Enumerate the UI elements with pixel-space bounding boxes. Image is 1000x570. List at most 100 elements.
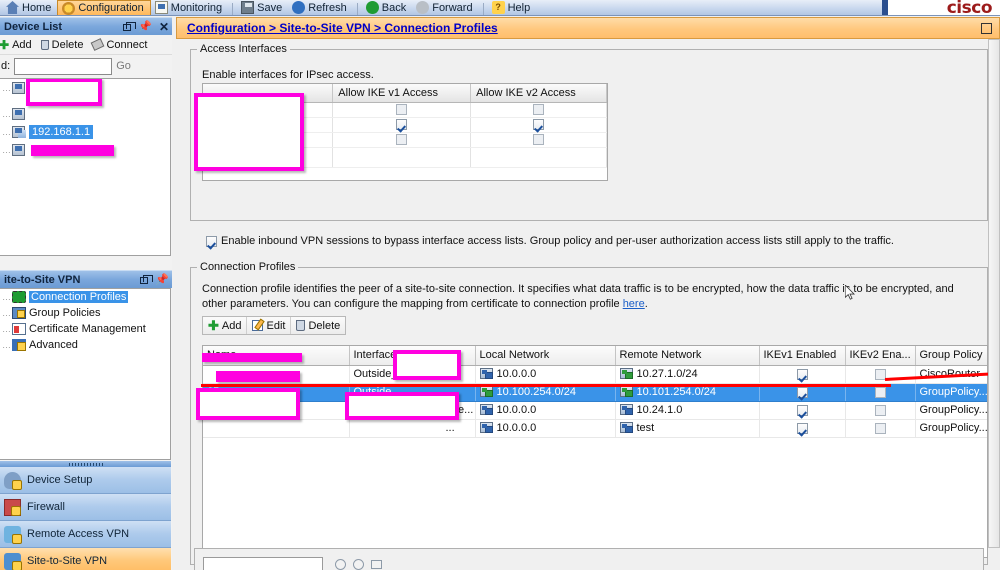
- checkbox-ikev2-row3[interactable]: [874, 404, 886, 416]
- save-icon: [241, 1, 255, 14]
- restore-icon[interactable]: [140, 274, 154, 284]
- tree-connector: …: [2, 109, 11, 119]
- ai-col-interface[interactable]: [203, 84, 334, 103]
- checkbox-ikev1-row4[interactable]: [796, 422, 808, 434]
- toolbar-button-forward[interactable]: Forward: [412, 0, 478, 15]
- checkbox-ikev2[interactable]: [533, 134, 545, 146]
- add-button[interactable]: ✚ Add: [203, 317, 248, 334]
- ai-cell-ikev1[interactable]: [332, 117, 472, 133]
- device-find-input[interactable]: [14, 57, 113, 75]
- device-connect-button[interactable]: Connect: [91, 38, 147, 51]
- restore-icon[interactable]: [123, 21, 137, 31]
- toolbar-button-monitoring[interactable]: Monitoring: [151, 0, 228, 15]
- cell-remote-network-value: test: [636, 422, 655, 434]
- ai-cell-ikev1[interactable]: [332, 102, 472, 118]
- connection-profiles-grid[interactable]: Name Interface Local Network Remote Netw…: [202, 345, 988, 558]
- toolbar-button-help[interactable]: ? Help: [488, 0, 537, 15]
- bottom-radio-icon-2[interactable]: [353, 559, 364, 570]
- cell-local-network: 10.0.0.0: [475, 419, 616, 438]
- access-interfaces-table[interactable]: Allow IKE v1 Access Allow IKE v2 Access: [202, 83, 608, 181]
- s2s-nav-tree[interactable]: … Connection Profiles … Group Policies ……: [0, 288, 171, 460]
- grid-col-local-network[interactable]: Local Network: [475, 346, 616, 366]
- device-list-item[interactable]: …: [0, 141, 170, 159]
- toolbar-button-home[interactable]: Home: [2, 0, 57, 15]
- cell-interface-prefix: Outside_: [353, 386, 398, 398]
- maximize-icon[interactable]: [981, 23, 992, 34]
- close-icon[interactable]: ✕: [159, 21, 169, 33]
- here-link[interactable]: here: [623, 298, 645, 310]
- network-icon: [619, 422, 633, 433]
- ai-table-row[interactable]: [203, 132, 607, 148]
- bottom-radio-icon-1[interactable]: [335, 559, 346, 570]
- cell-remote-network: 10.24.1.0: [615, 401, 760, 420]
- checkbox-ikev2-row4[interactable]: [874, 422, 886, 434]
- grid-col-ikev1-enabled[interactable]: IKEv1 Enabled: [759, 346, 846, 366]
- edit-button[interactable]: Edit: [247, 317, 292, 334]
- cell-name: [203, 419, 350, 438]
- sidebar-item-advanced[interactable]: … Advanced: [0, 337, 170, 353]
- nav-button-device-setup[interactable]: Device Setup: [0, 467, 171, 494]
- ai-col-ikev1[interactable]: Allow IKE v1 Access: [332, 84, 472, 103]
- table-row[interactable]: Outside_ISP1_Macare... 10.0.0.0 10.24.1.…: [203, 401, 987, 420]
- checkbox-ikev1[interactable]: [396, 119, 408, 131]
- toolbar-label-help: Help: [507, 1, 531, 14]
- device-list-item-selected[interactable]: … 192.168.1.1: [0, 123, 170, 141]
- sidebar-item-certificate-management[interactable]: … Certificate Management: [0, 321, 170, 337]
- bottom-input-field[interactable]: [203, 557, 323, 570]
- ai-col-ikev2[interactable]: Allow IKE v2 Access: [470, 84, 607, 103]
- toolbar-button-refresh[interactable]: Refresh: [288, 0, 353, 15]
- content-scrollbar[interactable]: [988, 39, 1000, 548]
- checkbox-ikev1-row1[interactable]: [796, 368, 808, 380]
- device-icon: [12, 144, 25, 156]
- checkbox-ikev2[interactable]: [533, 119, 545, 131]
- nav-button-site-to-site-vpn[interactable]: Site-to-Site VPN: [0, 548, 171, 570]
- checkbox-ikev1[interactable]: [396, 104, 408, 116]
- device-list-item[interactable]: …: [0, 79, 170, 106]
- sidebar-item-group-policies[interactable]: … Group Policies: [0, 305, 170, 321]
- ai-cell-ikev2[interactable]: [470, 132, 607, 148]
- sidebar-item-connection-profiles[interactable]: … Connection Profiles: [0, 289, 170, 305]
- toolbar-button-back[interactable]: Back: [362, 0, 412, 15]
- checkbox-ikev1-row3[interactable]: [796, 404, 808, 416]
- grid-col-ikev2-enabled[interactable]: IKEv2 Ena...: [845, 346, 916, 366]
- bottom-box-icon[interactable]: [371, 560, 382, 569]
- toolbar-button-configuration[interactable]: Configuration: [57, 0, 151, 15]
- toolbar-button-save[interactable]: Save: [237, 0, 288, 15]
- nav-button-group: Device Setup Firewall Remote Access VPN …: [0, 467, 171, 570]
- cell-ikev1[interactable]: [759, 401, 846, 420]
- pin-icon[interactable]: 📌: [155, 274, 169, 286]
- breadcrumb[interactable]: Configuration > Site-to-Site VPN > Conne…: [177, 21, 498, 35]
- checkbox-bypass-access-lists[interactable]: [206, 235, 217, 247]
- ai-table-row[interactable]: [203, 102, 607, 118]
- nav-button-remote-access-vpn[interactable]: Remote Access VPN: [0, 521, 171, 548]
- cell-ikev1[interactable]: [759, 365, 846, 384]
- cell-ikev2[interactable]: [845, 419, 916, 438]
- grid-col-group-policy[interactable]: Group Policy: [915, 346, 987, 366]
- checkbox-ikev2-row2[interactable]: [874, 386, 886, 398]
- cell-ikev2[interactable]: [845, 401, 916, 420]
- checkbox-ikev2-row1[interactable]: [874, 368, 886, 380]
- table-row[interactable]: Outside_ 10.0.0.0 10.27.1.0/24 CiscoRout…: [203, 365, 987, 384]
- grid-col-interface[interactable]: Interface: [349, 346, 476, 366]
- ai-cell-ikev2[interactable]: [470, 102, 607, 118]
- pin-icon[interactable]: 📌: [138, 21, 152, 33]
- delete-button[interactable]: Delete: [291, 317, 345, 334]
- cell-ikev1[interactable]: [759, 419, 846, 438]
- device-add-button[interactable]: ✚ Add: [0, 38, 32, 52]
- checkbox-ikev1[interactable]: [396, 134, 408, 146]
- device-find-go-button[interactable]: Go: [116, 60, 131, 72]
- device-list-item[interactable]: …: [0, 105, 170, 123]
- table-row[interactable]: ... 10.0.0.0 test GroupPolicy...: [203, 419, 987, 438]
- cell-ikev2[interactable]: [845, 365, 916, 384]
- grid-col-name[interactable]: Name: [203, 346, 350, 366]
- nav-button-firewall[interactable]: Firewall: [0, 494, 171, 521]
- bypass-access-lists-row[interactable]: Enable inbound VPN sessions to bypass in…: [206, 235, 894, 247]
- grid-col-remote-network[interactable]: Remote Network: [615, 346, 760, 366]
- checkbox-ikev1-row2[interactable]: [796, 386, 808, 398]
- checkbox-ikev2[interactable]: [533, 104, 545, 116]
- ai-cell-ikev1[interactable]: [332, 132, 472, 148]
- device-list-tree[interactable]: … … … 192.168.1.1 …: [0, 78, 171, 256]
- device-delete-button[interactable]: Delete: [40, 39, 83, 51]
- ai-table-row[interactable]: [203, 117, 607, 133]
- ai-cell-ikev2[interactable]: [470, 117, 607, 133]
